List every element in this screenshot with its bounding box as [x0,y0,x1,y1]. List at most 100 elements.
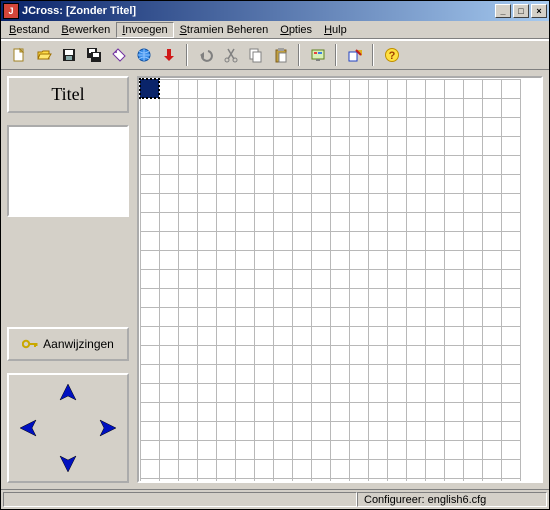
grid-cell[interactable] [368,79,387,98]
grid-cell[interactable] [178,345,197,364]
grid-cell[interactable] [216,402,235,421]
grid-cell[interactable] [197,231,216,250]
grid-cell[interactable] [140,193,159,212]
grid-cell[interactable] [273,478,292,483]
grid-cell[interactable] [330,155,349,174]
grid-cell[interactable] [349,326,368,345]
grid-cell[interactable] [482,478,501,483]
grid-cell[interactable] [387,459,406,478]
grid-cell[interactable] [178,269,197,288]
grid-cell[interactable] [311,364,330,383]
grid-cell[interactable] [159,478,178,483]
arrow-left-button[interactable] [9,410,48,445]
grid-cell[interactable] [330,117,349,136]
grid-cell[interactable] [368,364,387,383]
grid-cell[interactable] [387,212,406,231]
grid-cell[interactable] [482,459,501,478]
grid-cell[interactable] [178,98,197,117]
grid-cell[interactable] [463,269,482,288]
grid-cell[interactable] [349,250,368,269]
grid-cell[interactable] [311,174,330,193]
grid-cell[interactable] [425,364,444,383]
grid-cell[interactable] [235,98,254,117]
grid-cell[interactable] [463,383,482,402]
grid-cell[interactable] [254,440,273,459]
grid-cell[interactable] [482,345,501,364]
grid-cell[interactable] [235,402,254,421]
grid-cell[interactable] [178,117,197,136]
grid-cell[interactable] [444,117,463,136]
grid-cell[interactable] [463,193,482,212]
grid-cell[interactable] [482,79,501,98]
grid-cell[interactable] [254,269,273,288]
grid-cell[interactable] [463,174,482,193]
crossword-grid[interactable] [139,78,521,483]
grid-cell[interactable] [368,250,387,269]
grid-cell[interactable] [235,193,254,212]
grid-cell[interactable] [368,212,387,231]
grid-cell[interactable] [159,250,178,269]
grid-cell[interactable] [159,269,178,288]
menu-hulp[interactable]: Hulp [318,22,353,38]
grid-cell[interactable] [273,212,292,231]
grid-cell[interactable] [235,288,254,307]
grid-cell[interactable] [235,117,254,136]
grid-cell[interactable] [501,193,520,212]
grid-cell[interactable] [330,250,349,269]
grid-cell[interactable] [216,250,235,269]
grid-cell[interactable] [368,345,387,364]
grid-cell[interactable] [178,288,197,307]
grid-cell[interactable] [425,345,444,364]
grid-cell[interactable] [482,326,501,345]
grid-cell[interactable] [406,212,425,231]
grid-cell[interactable] [406,326,425,345]
grid-cell[interactable] [159,212,178,231]
grid-cell[interactable] [216,212,235,231]
grid-cell[interactable] [235,307,254,326]
grid-cell[interactable] [178,155,197,174]
grid-cell[interactable] [178,326,197,345]
grid-cell[interactable] [292,345,311,364]
grid-cell[interactable] [254,250,273,269]
grid-cell[interactable] [349,79,368,98]
grid-cell[interactable] [349,440,368,459]
grid-cell[interactable] [368,98,387,117]
grid-cell[interactable] [235,478,254,483]
grid-cell[interactable] [444,155,463,174]
grid-cell[interactable] [444,326,463,345]
grid-cell[interactable] [254,478,273,483]
grid-cell[interactable] [197,326,216,345]
grid-cell[interactable] [235,383,254,402]
grid-cell[interactable] [235,364,254,383]
grid-cell[interactable] [311,231,330,250]
grid-cell[interactable] [349,288,368,307]
grid-cell[interactable] [406,231,425,250]
grid-cell[interactable] [368,383,387,402]
grid-cell[interactable] [292,364,311,383]
grid-cell[interactable] [368,307,387,326]
grid-cell[interactable] [463,212,482,231]
grid-cell[interactable] [349,345,368,364]
grid-cell[interactable] [482,307,501,326]
grid-cell[interactable] [482,383,501,402]
grid-cell[interactable] [273,326,292,345]
grid-cell[interactable] [349,174,368,193]
grid-cell[interactable] [425,307,444,326]
grid-cell[interactable] [159,402,178,421]
grid-cell[interactable] [216,440,235,459]
grid-cell[interactable] [197,459,216,478]
grid-cell[interactable] [140,478,159,483]
grid-cell[interactable] [387,231,406,250]
grid-cell[interactable] [444,193,463,212]
grid-cell[interactable] [444,383,463,402]
grid-cell[interactable] [425,231,444,250]
grid-cell[interactable] [254,174,273,193]
grid-cell[interactable] [311,440,330,459]
grid-cell[interactable] [197,288,216,307]
grid-cell[interactable] [368,174,387,193]
grid-cell[interactable] [140,212,159,231]
grid-cell[interactable] [311,478,330,483]
toolbar-help-button[interactable]: ? [380,44,403,67]
grid-cell[interactable] [254,98,273,117]
grid-cell[interactable] [254,193,273,212]
